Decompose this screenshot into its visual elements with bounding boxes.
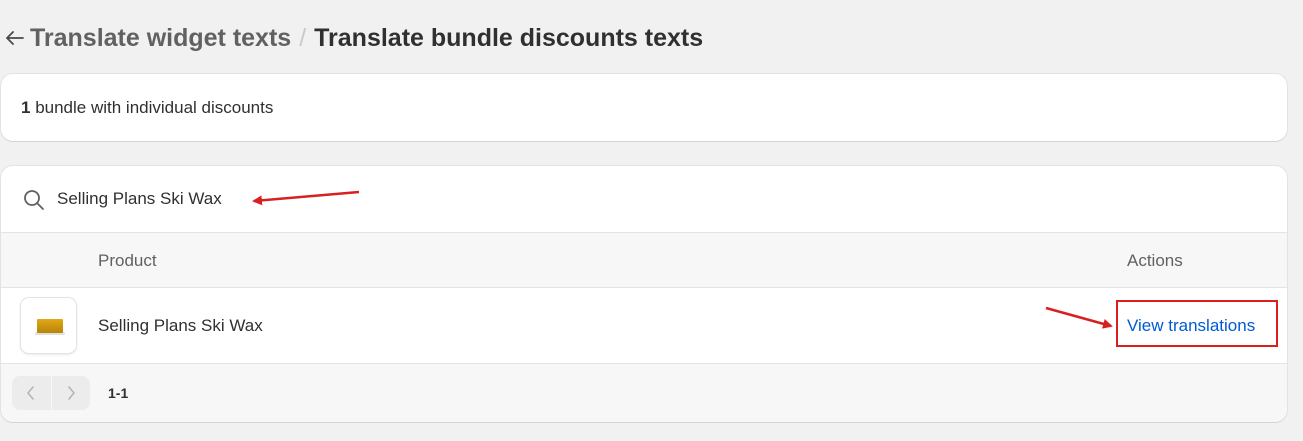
table-row: Selling Plans Ski Wax View translations: [1, 288, 1287, 364]
search-input[interactable]: [57, 186, 457, 212]
search-bar: [1, 166, 1287, 233]
products-table-card: Product Actions Selling Plans Ski Wax Vi…: [1, 166, 1287, 422]
chevron-right-icon[interactable]: [50, 376, 91, 410]
breadcrumb-separator: /: [299, 23, 307, 52]
pagination-controls: [12, 376, 90, 410]
breadcrumb-parent-link[interactable]: Translate widget texts: [30, 24, 291, 53]
pagination-bar: 1-1: [1, 364, 1287, 422]
pagination-label: 1-1: [108, 385, 129, 401]
arrow-left-icon[interactable]: [0, 20, 30, 56]
product-name: Selling Plans Ski Wax: [98, 316, 263, 335]
wax-block: [37, 319, 63, 333]
column-header-product: Product: [98, 251, 157, 270]
summary-text: 1 bundle with individual discounts: [21, 98, 273, 118]
table-header: Product Actions: [1, 233, 1287, 288]
chevron-left-icon[interactable]: [12, 376, 51, 410]
summary-card: 1 bundle with individual discounts: [1, 74, 1287, 141]
search-icon: [24, 190, 44, 210]
summary-label: bundle with individual discounts: [30, 98, 274, 117]
page-title: Translate bundle discounts texts: [314, 23, 704, 52]
view-translations-link[interactable]: View translations: [1127, 316, 1255, 336]
column-header-actions: Actions: [1127, 251, 1183, 270]
page-header: Translate widget texts / Translate bundl…: [0, 18, 703, 58]
ski-wax-product-image: [21, 298, 76, 353]
